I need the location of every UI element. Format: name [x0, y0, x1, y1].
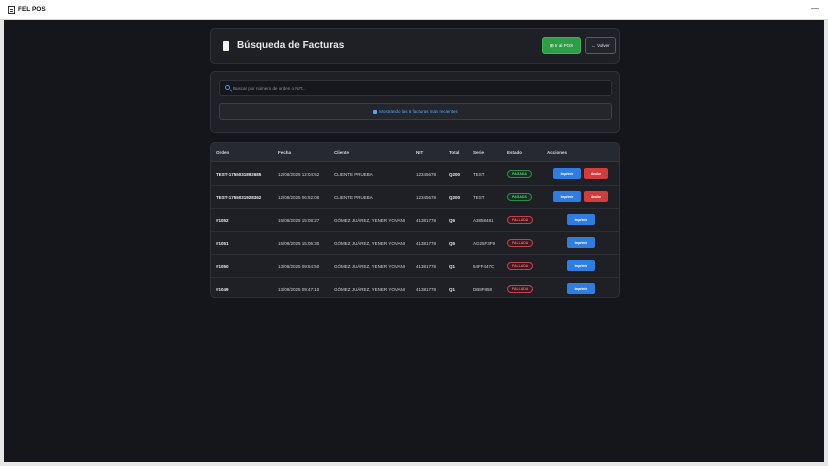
serie-cell: AG25F3F9 [473, 241, 496, 246]
status-badge: FALLADA [507, 262, 534, 270]
title-bar: FEL POS — [0, 0, 828, 20]
serie-cell: TEST [473, 172, 485, 177]
table-row: #1051 15/08/2025 15:05:30 GÓMEZ JUÁREZ, … [211, 232, 619, 255]
client-cell: CLIENTE PRUEBA [334, 195, 373, 200]
status-badge: PAGADA [507, 193, 532, 201]
info-icon [373, 109, 378, 114]
print-button[interactable]: Imprimir [567, 214, 595, 225]
client-cell: GÓMEZ JUÁREZ, YENER YOVANI [334, 287, 406, 292]
col-nit: NIT [416, 150, 424, 155]
col-order: Orden [216, 150, 230, 155]
table-row: TEST-1755031892685 12/08/2025 12:04:52 C… [211, 163, 619, 186]
table-row: TEST-1755031928362 12/08/2025 06:52:08 C… [211, 186, 619, 209]
search-placeholder: Buscar por número de orden o NIT... [233, 86, 306, 91]
date-cell: 12/08/2025 12:04:52 [278, 172, 320, 177]
serie-cell: DB8F858 [473, 287, 493, 292]
results-info-bar: Mostrando las 6 facturas más recientes [219, 103, 612, 120]
results-info-text: Mostrando las 6 facturas más recientes [379, 109, 458, 114]
header-card: Búsqueda de Facturas ⊞ Ir al POS ← Volve… [210, 28, 620, 64]
table-row: #1050 13/08/2025 09:54:50 GÓMEZ JUÁREZ, … [211, 255, 619, 278]
print-button[interactable]: Imprimir [567, 237, 595, 248]
status-badge: FALLADA [507, 285, 534, 293]
nit-cell: 41381778 [416, 287, 437, 292]
total-cell: Q200 [449, 172, 461, 177]
status-badge: PAGADA [507, 170, 532, 178]
nit-cell: 12345678 [416, 172, 437, 177]
table-row: #1049 13/08/2025 09:47:10 GÓMEZ JUÁREZ, … [211, 278, 619, 297]
col-actions: Acciones [547, 150, 568, 155]
go-to-pos-button[interactable]: ⊞ Ir al POS [542, 37, 581, 54]
search-icon [225, 85, 230, 90]
void-button[interactable]: Anular [584, 168, 608, 179]
serie-cell: TEST [473, 195, 485, 200]
window-title: FEL POS [18, 6, 46, 13]
search-card: Buscar por número de orden o NIT... Most… [210, 71, 620, 133]
total-cell: Q1 [449, 264, 456, 269]
client-cell: CLIENTE PRUEBA [334, 172, 373, 177]
order-cell: #1049 [216, 287, 229, 292]
nit-cell: 41381778 [416, 241, 437, 246]
col-total: Total [449, 150, 460, 155]
status-badge: FALLADA [507, 216, 534, 224]
order-cell: #1051 [216, 241, 229, 246]
minimize-button[interactable]: — [811, 5, 819, 13]
col-date: Fecha [278, 150, 292, 155]
window-frame-right [824, 20, 828, 466]
client-cell: GÓMEZ JUÁREZ, YENER YOVANI [334, 241, 406, 246]
total-cell: Q5 [449, 241, 456, 246]
app-content: Búsqueda de Facturas ⊞ Ir al POS ← Volve… [4, 20, 824, 462]
order-cell: TEST-1755031892685 [216, 172, 262, 177]
window-frame-bottom [0, 462, 828, 466]
date-cell: 15/08/2025 15:05:30 [278, 241, 320, 246]
nit-cell: 41381778 [416, 264, 437, 269]
date-cell: 15/08/2025 15:08:27 [278, 218, 320, 223]
document-icon [223, 41, 229, 51]
page-title: Búsqueda de Facturas [237, 40, 345, 51]
print-button[interactable]: Imprimir [553, 168, 581, 179]
table-row: #1052 15/08/2025 15:08:27 GÓMEZ JUÁREZ, … [211, 209, 619, 232]
client-cell: GÓMEZ JUÁREZ, YENER YOVANI [334, 218, 406, 223]
print-button[interactable]: Imprimir [567, 260, 595, 271]
date-cell: 12/08/2025 06:52:08 [278, 195, 320, 200]
print-button[interactable]: Imprimir [567, 283, 595, 294]
total-cell: Q5 [449, 218, 456, 223]
client-cell: GÓMEZ JUÁREZ, YENER YOVANI [334, 264, 406, 269]
print-button[interactable]: Imprimir [553, 191, 581, 202]
table-header: Orden Fecha Cliente NIT Total Serie Esta… [211, 143, 619, 162]
invoices-table: Orden Fecha Cliente NIT Total Serie Esta… [210, 142, 620, 298]
order-cell: #1052 [216, 218, 229, 223]
date-cell: 13/08/2025 09:54:50 [278, 264, 320, 269]
nit-cell: 12345678 [416, 195, 437, 200]
col-client: Cliente [334, 150, 350, 155]
total-cell: Q200 [449, 195, 461, 200]
serie-cell: 54FF447C [473, 264, 495, 269]
app-icon [8, 5, 15, 14]
void-button[interactable]: Anular [584, 191, 608, 202]
date-cell: 13/08/2025 09:47:10 [278, 287, 320, 292]
status-badge: FALLADA [507, 239, 534, 247]
serie-cell: A3858481 [473, 218, 494, 223]
order-cell: TEST-1755031928362 [216, 195, 262, 200]
back-button[interactable]: ← Volver [585, 37, 616, 54]
search-input[interactable]: Buscar por número de orden o NIT... [219, 80, 612, 96]
col-serie: Serie [473, 150, 485, 155]
order-cell: #1050 [216, 264, 229, 269]
col-status: Estado [507, 150, 523, 155]
total-cell: Q1 [449, 287, 456, 292]
nit-cell: 41381778 [416, 218, 437, 223]
